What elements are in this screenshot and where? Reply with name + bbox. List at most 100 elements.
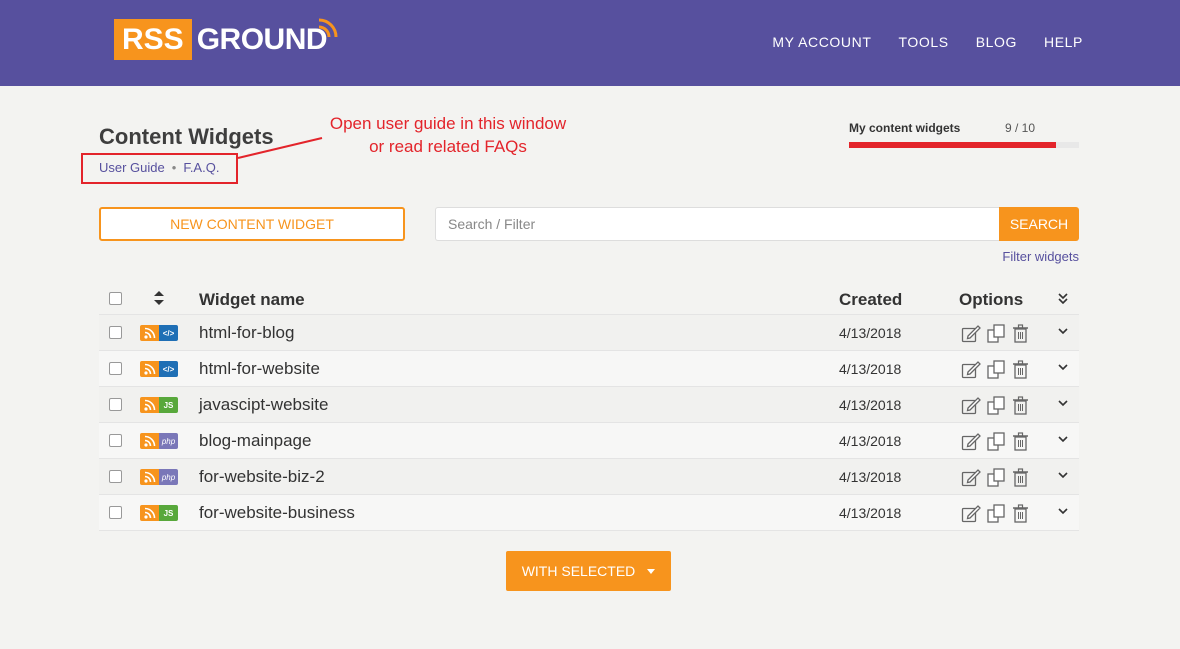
logo-ground-label: GROUND	[196, 22, 328, 56]
expand-all-icon[interactable]	[1056, 292, 1070, 304]
nav-my-account[interactable]: MY ACCOUNT	[772, 34, 871, 50]
chevron-down-icon[interactable]	[1056, 470, 1070, 482]
trash-icon[interactable]	[1011, 324, 1031, 343]
copy-icon[interactable]	[986, 360, 1006, 379]
header-options: Options	[959, 290, 1024, 309]
widget-type-badge: </>	[140, 325, 178, 341]
html-icon: </>	[159, 361, 178, 377]
row-options	[961, 396, 1031, 415]
js-icon: JS	[159, 397, 178, 413]
widget-type-badge: JS	[140, 505, 178, 521]
created-date: 4/13/2018	[839, 325, 902, 341]
row-options	[961, 432, 1031, 451]
created-date: 4/13/2018	[839, 433, 902, 449]
quota-bar-fill	[849, 142, 1056, 148]
page-title: Content Widgets	[99, 124, 274, 149]
row-options	[961, 360, 1031, 379]
edit-icon[interactable]	[961, 396, 981, 415]
chevron-down-icon[interactable]	[1056, 326, 1070, 338]
header-widget-name[interactable]: Widget name	[199, 290, 305, 310]
new-content-widget-button[interactable]: NEW CONTENT WIDGET	[99, 207, 405, 241]
widget-type-badge: </>	[140, 361, 178, 377]
rss-arc-icon	[318, 18, 338, 37]
table-row[interactable]: JS javascipt-website 4/13/2018	[99, 387, 1079, 423]
copy-icon[interactable]	[986, 396, 1006, 415]
trash-icon[interactable]	[1011, 504, 1031, 523]
copy-icon[interactable]	[986, 468, 1006, 487]
table-row[interactable]: php blog-mainpage 4/13/2018	[99, 423, 1079, 459]
trash-icon[interactable]	[1011, 360, 1031, 379]
copy-icon[interactable]	[986, 432, 1006, 451]
rss-icon	[140, 325, 159, 341]
rss-icon	[140, 433, 159, 449]
annotation-text: Open user guide in this window or read r…	[318, 112, 578, 158]
row-options	[961, 468, 1031, 487]
table-body: </> html-for-blog 4/13/2018 </> html-for-web…	[99, 315, 1079, 531]
table-row[interactable]: </> html-for-website 4/13/2018	[99, 351, 1079, 387]
table-header: Widget name Created Options	[99, 282, 1079, 315]
annotation-highlight-box	[81, 153, 238, 184]
widget-name[interactable]: javascipt-website	[199, 395, 328, 415]
nav-tools[interactable]: TOOLS	[899, 34, 949, 50]
widget-name[interactable]: blog-mainpage	[199, 431, 311, 451]
created-date: 4/13/2018	[839, 469, 902, 485]
nav-blog[interactable]: BLOG	[976, 34, 1017, 50]
widget-type-badge: php	[140, 469, 178, 485]
table-row[interactable]: php for-website-biz-2 4/13/2018	[99, 459, 1079, 495]
trash-icon[interactable]	[1011, 468, 1031, 487]
select-all-checkbox[interactable]	[109, 292, 122, 305]
php-icon: php	[159, 433, 178, 449]
widget-name[interactable]: html-for-website	[199, 359, 320, 379]
annotation-line-1: Open user guide in this window	[329, 114, 567, 133]
with-selected-label: WITH SELECTED	[521, 563, 636, 579]
with-selected-button[interactable]: WITH SELECTED	[506, 551, 671, 591]
row-checkbox[interactable]	[109, 326, 122, 339]
edit-icon[interactable]	[961, 504, 981, 523]
quota-bar	[849, 142, 1079, 148]
copy-icon[interactable]	[986, 324, 1006, 343]
chevron-down-icon[interactable]	[1056, 434, 1070, 446]
row-checkbox[interactable]	[109, 470, 122, 483]
rssground-logo[interactable]: RSS GROUND	[114, 18, 338, 60]
widget-type-badge: php	[140, 433, 178, 449]
widgets-table: Widget name Created Options </> html-for-…	[99, 282, 1079, 531]
edit-icon[interactable]	[961, 432, 981, 451]
widget-name[interactable]: for-website-biz-2	[199, 467, 325, 487]
quota-value: 9 / 10	[1005, 121, 1036, 135]
annotation-line-2: or read related FAQs	[369, 137, 527, 156]
rss-icon	[140, 505, 159, 521]
trash-icon[interactable]	[1011, 432, 1031, 451]
rss-icon	[140, 397, 159, 413]
created-date: 4/13/2018	[839, 505, 902, 521]
header-created[interactable]: Created	[839, 290, 902, 310]
php-icon: php	[159, 469, 178, 485]
chevron-down-icon[interactable]	[1056, 398, 1070, 410]
row-checkbox[interactable]	[109, 362, 122, 375]
search-input[interactable]	[435, 207, 1000, 241]
sort-icon[interactable]	[153, 291, 165, 305]
search-button[interactable]: SEARCH	[999, 207, 1079, 241]
row-checkbox[interactable]	[109, 506, 122, 519]
edit-icon[interactable]	[961, 324, 981, 343]
logo-ground-text: GROUND	[196, 18, 338, 57]
filter-widgets-link[interactable]: Filter widgets	[1002, 249, 1079, 264]
widget-name[interactable]: html-for-blog	[199, 323, 294, 343]
edit-icon[interactable]	[961, 360, 981, 379]
rss-icon	[140, 361, 159, 377]
top-navbar: RSS GROUND MY ACCOUNT TOOLS BLOG HELP	[0, 0, 1180, 86]
row-checkbox[interactable]	[109, 434, 122, 447]
logo-rss-text: RSS	[114, 19, 192, 60]
nav-help[interactable]: HELP	[1044, 34, 1083, 50]
chevron-down-icon[interactable]	[1056, 362, 1070, 374]
widget-name[interactable]: for-website-business	[199, 503, 355, 523]
row-checkbox[interactable]	[109, 398, 122, 411]
table-row[interactable]: </> html-for-blog 4/13/2018	[99, 315, 1079, 351]
rss-icon	[140, 469, 159, 485]
row-options	[961, 324, 1031, 343]
main-nav: MY ACCOUNT TOOLS BLOG HELP	[772, 34, 1083, 50]
copy-icon[interactable]	[986, 504, 1006, 523]
trash-icon[interactable]	[1011, 396, 1031, 415]
edit-icon[interactable]	[961, 468, 981, 487]
chevron-down-icon[interactable]	[1056, 506, 1070, 518]
table-row[interactable]: JS for-website-business 4/13/2018	[99, 495, 1079, 531]
